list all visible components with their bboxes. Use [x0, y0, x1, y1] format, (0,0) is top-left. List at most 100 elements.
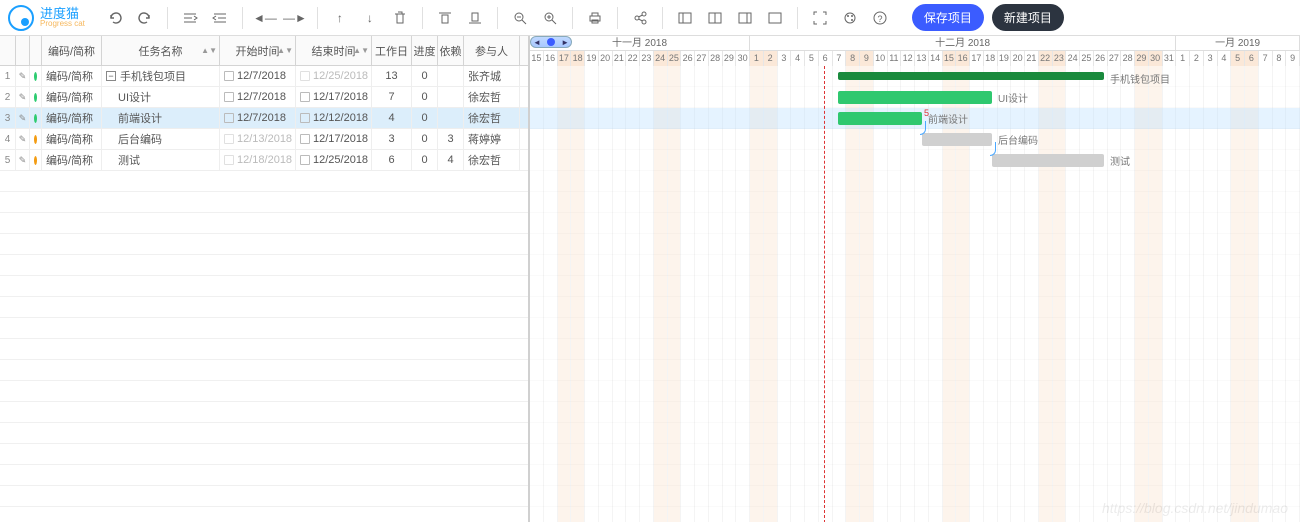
redo-button[interactable] [131, 4, 159, 32]
day-cell[interactable]: 9 [860, 51, 874, 66]
day-cell[interactable]: 23 [1053, 51, 1067, 66]
day-cell[interactable]: 26 [681, 51, 695, 66]
task-row[interactable]: 1✎编码/简称−手机钱包项目12/7/201812/25/2018130张齐城 [0, 66, 528, 87]
day-cell[interactable]: 25 [668, 51, 682, 66]
edit-icon[interactable]: ✎ [16, 129, 30, 149]
day-cell[interactable]: 21 [613, 51, 627, 66]
task-name[interactable]: 后台编码 [102, 129, 220, 149]
indent-button[interactable] [206, 4, 234, 32]
task-row[interactable]: 4✎编码/简称后台编码12/13/201812/17/2018303蒋婷婷 [0, 129, 528, 150]
col-end[interactable]: 结束时间▲▼ [296, 36, 372, 65]
day-cell[interactable]: 23 [640, 51, 654, 66]
edit-icon[interactable]: ✎ [16, 150, 30, 170]
day-cell[interactable]: 20 [1011, 51, 1025, 66]
layout-4-button[interactable] [761, 4, 789, 32]
day-cell[interactable]: 31 [1163, 51, 1177, 66]
col-start[interactable]: 开始时间▲▼ [220, 36, 296, 65]
gantt-bar[interactable]: 手机钱包项目 [838, 72, 1104, 80]
day-cell[interactable]: 8 [846, 51, 860, 66]
task-code[interactable]: 编码/简称 [42, 87, 102, 107]
day-cell[interactable]: 5 [805, 51, 819, 66]
print-button[interactable] [581, 4, 609, 32]
collapse-icon[interactable]: − [106, 71, 116, 81]
day-cell[interactable]: 13 [915, 51, 929, 66]
day-cell[interactable]: 19 [585, 51, 599, 66]
day-cell[interactable]: 27 [695, 51, 709, 66]
col-dependency[interactable]: 依赖 [438, 36, 464, 65]
day-cell[interactable]: 12 [901, 51, 915, 66]
day-cell[interactable]: 26 [1094, 51, 1108, 66]
day-cell[interactable]: 4 [1218, 51, 1232, 66]
task-row[interactable]: 5✎编码/简称测试12/18/201812/25/2018604徐宏哲 [0, 150, 528, 171]
col-name[interactable]: 任务名称▲▼ [102, 36, 220, 65]
help-button[interactable]: ? [866, 4, 894, 32]
gantt-bar[interactable]: 测试 [992, 154, 1104, 167]
day-cell[interactable]: 9 [1286, 51, 1300, 66]
day-cell[interactable]: 24 [654, 51, 668, 66]
day-cell[interactable]: 1 [750, 51, 764, 66]
fullscreen-button[interactable] [806, 4, 834, 32]
undo-button[interactable] [101, 4, 129, 32]
layout-3-button[interactable] [731, 4, 759, 32]
day-cell[interactable]: 30 [736, 51, 750, 66]
task-name[interactable]: UI设计 [102, 87, 220, 107]
end-date[interactable]: 12/12/2018 [296, 108, 372, 128]
day-cell[interactable]: 29 [723, 51, 737, 66]
start-date[interactable]: 12/7/2018 [220, 66, 296, 86]
gantt-bar[interactable]: 前端设计5 [838, 112, 922, 125]
day-cell[interactable]: 17 [970, 51, 984, 66]
day-cell[interactable]: 18 [571, 51, 585, 66]
day-cell[interactable]: 22 [1039, 51, 1053, 66]
task-name[interactable]: −手机钱包项目 [102, 66, 220, 86]
outdent-button[interactable] [176, 4, 204, 32]
align-bottom-button[interactable] [461, 4, 489, 32]
day-cell[interactable]: 27 [1108, 51, 1122, 66]
theme-button[interactable] [836, 4, 864, 32]
day-cell[interactable]: 4 [791, 51, 805, 66]
task-name[interactable]: 前端设计 [102, 108, 220, 128]
day-cell[interactable]: 2 [1190, 51, 1204, 66]
day-cell[interactable]: 30 [1149, 51, 1163, 66]
gantt-bar[interactable]: 后台编码 [922, 133, 992, 146]
day-cell[interactable]: 3 [778, 51, 792, 66]
edit-icon[interactable]: ✎ [16, 66, 30, 86]
timeline-slider[interactable]: ◄► [530, 36, 572, 48]
edit-icon[interactable]: ✎ [16, 108, 30, 128]
day-cell[interactable]: 25 [1080, 51, 1094, 66]
day-cell[interactable]: 17 [558, 51, 572, 66]
zoom-in-button[interactable] [536, 4, 564, 32]
day-cell[interactable]: 16 [956, 51, 970, 66]
day-cell[interactable]: 15 [530, 51, 544, 66]
layout-1-button[interactable] [671, 4, 699, 32]
task-code[interactable]: 编码/简称 [42, 129, 102, 149]
start-date[interactable]: 12/18/2018 [220, 150, 296, 170]
day-cell[interactable]: 28 [1121, 51, 1135, 66]
zoom-out-button[interactable] [506, 4, 534, 32]
day-cell[interactable]: 18 [984, 51, 998, 66]
day-cell[interactable]: 14 [929, 51, 943, 66]
day-cell[interactable]: 22 [626, 51, 640, 66]
task-row[interactable]: 3✎编码/简称前端设计12/7/201812/12/201840徐宏哲 [0, 108, 528, 129]
day-cell[interactable]: 5 [1231, 51, 1245, 66]
day-cell[interactable]: 6 [1245, 51, 1259, 66]
task-code[interactable]: 编码/简称 [42, 150, 102, 170]
col-workdays[interactable]: 工作日 [372, 36, 412, 65]
gantt-bar[interactable]: UI设计 [838, 91, 992, 104]
start-date[interactable]: 12/7/2018 [220, 87, 296, 107]
move-right-button[interactable]: —► [281, 4, 309, 32]
day-cell[interactable]: 24 [1066, 51, 1080, 66]
day-cell[interactable]: 10 [874, 51, 888, 66]
day-cell[interactable]: 15 [943, 51, 957, 66]
col-code[interactable]: 编码/简称 [42, 36, 102, 65]
day-cell[interactable]: 19 [998, 51, 1012, 66]
day-cell[interactable]: 6 [819, 51, 833, 66]
layout-2-button[interactable] [701, 4, 729, 32]
day-cell[interactable]: 20 [599, 51, 613, 66]
day-cell[interactable]: 8 [1273, 51, 1287, 66]
task-code[interactable]: 编码/简称 [42, 108, 102, 128]
move-up-button[interactable]: ↑ [326, 4, 354, 32]
move-left-button[interactable]: ◄— [251, 4, 279, 32]
col-participant[interactable]: 参与人 [464, 36, 520, 65]
logo[interactable]: 进度猫 Progress cat [8, 5, 85, 31]
task-name[interactable]: 测试 [102, 150, 220, 170]
